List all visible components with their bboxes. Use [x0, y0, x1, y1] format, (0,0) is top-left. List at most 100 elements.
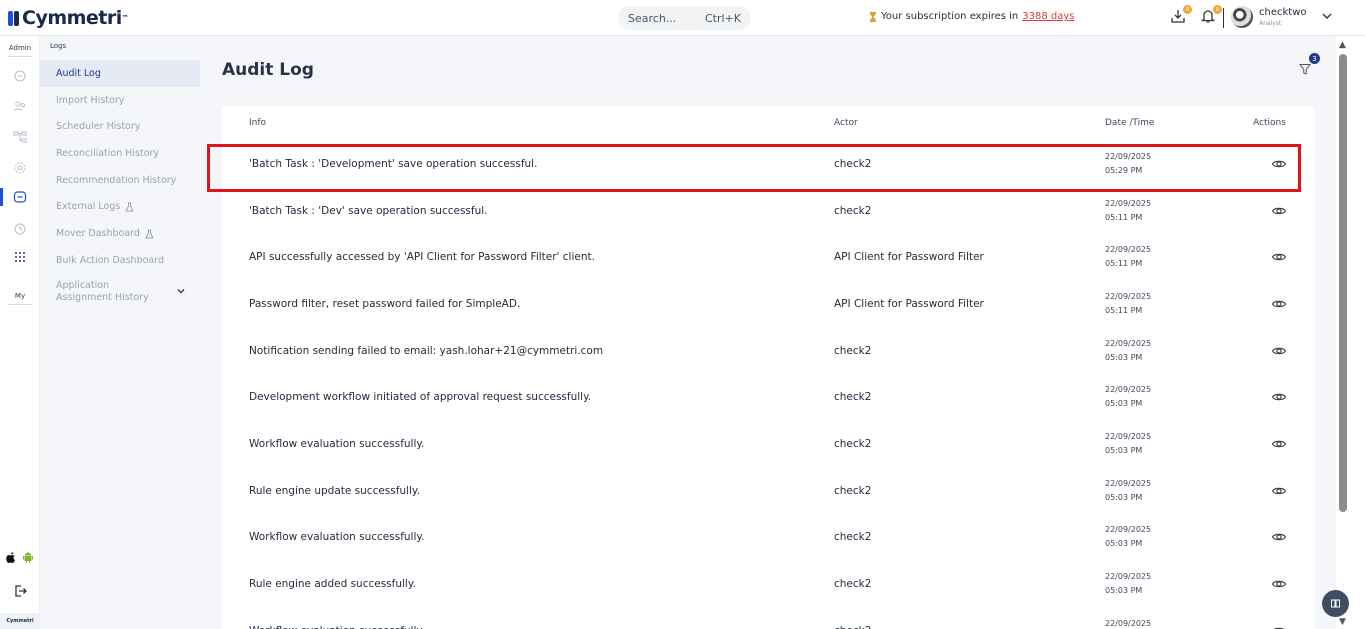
view-eye-icon[interactable] [1271, 156, 1287, 172]
submenu-item-bulk-action-dashboard[interactable]: Bulk Action Dashboard [40, 247, 200, 274]
row-actor: check2 [834, 345, 872, 357]
admin-divider [8, 56, 32, 57]
table-row: API successfully accessed by 'API Client… [222, 235, 1315, 281]
footer-logo: Cymmetri [0, 613, 40, 629]
row-date: 22/09/2025 [1105, 525, 1152, 534]
user-name[interactable]: checktwo [1259, 7, 1307, 18]
search-placeholder: Search... [628, 11, 677, 25]
users-icon[interactable] [13, 99, 27, 113]
subscription-days-link[interactable]: 3388 days [1022, 11, 1074, 22]
submenu-item-reconciliation-history[interactable]: Reconciliation History [40, 140, 200, 167]
row-time: 05:11 PM [1105, 259, 1143, 268]
table-row: Workflow evaluation successfully. check2 2… [222, 515, 1315, 561]
help-button[interactable] [1322, 590, 1349, 617]
chevron-down-icon[interactable] [176, 286, 186, 296]
row-info: Password filter, reset password failed f… [249, 298, 521, 310]
view-eye-icon[interactable] [1271, 343, 1287, 359]
submenu-item-audit-log[interactable]: Audit Log [40, 60, 200, 87]
my-label: My [14, 292, 26, 300]
android-icon[interactable] [22, 551, 34, 563]
row-info: API successfully accessed by 'API Client… [249, 251, 595, 263]
row-time: 05:03 PM [1105, 353, 1143, 362]
scrollbar[interactable]: ▲ ▼ [1336, 36, 1365, 629]
book-icon [1331, 599, 1340, 608]
row-actor: check2 [834, 578, 872, 590]
apps-grid-icon[interactable] [13, 250, 27, 264]
row-time: 05:11 PM [1105, 306, 1143, 315]
submenu-item-recommendation-history[interactable]: Recommendation History [40, 167, 200, 194]
clock-icon[interactable] [13, 222, 27, 236]
row-actor: check2 [834, 438, 872, 450]
table-row: Rule engine added successfully. check2 22/… [222, 562, 1315, 608]
filter-icon[interactable] [1298, 62, 1312, 76]
scroll-down-arrow-icon[interactable]: ▼ [1339, 617, 1346, 627]
row-date: 22/09/2025 [1105, 152, 1152, 161]
view-eye-icon[interactable] [1271, 623, 1287, 629]
download-button[interactable]: 0 [1170, 5, 1192, 26]
notification-button[interactable]: 0 [1200, 5, 1222, 26]
scroll-thumb[interactable] [1339, 54, 1347, 512]
row-info: Notification sending failed to email: ya… [249, 345, 604, 357]
row-date: 22/09/2025 [1105, 572, 1152, 581]
search-input[interactable]: Search... Ctrl+K [618, 6, 751, 30]
view-eye-icon[interactable] [1271, 529, 1287, 545]
row-actor: check2 [834, 625, 871, 629]
submenu-item-label: Scheduler History [56, 121, 141, 132]
hierarchy-icon[interactable] [13, 130, 27, 144]
row-date: 22/09/2025 [1105, 199, 1152, 208]
row-date: 22/09/2025 [1105, 479, 1152, 488]
row-actor: check2 [834, 391, 872, 403]
view-eye-icon[interactable] [1271, 483, 1287, 499]
view-eye-icon[interactable] [1271, 203, 1287, 219]
submenu-item-label: External Logs [56, 201, 121, 212]
cymmetri-logo[interactable]: Cymmetri ™ [8, 7, 129, 29]
submenu-item-scheduler-history[interactable]: Scheduler History [40, 113, 200, 140]
row-time: 05:03 PM [1105, 399, 1143, 408]
row-actor: check2 [834, 531, 872, 543]
view-eye-icon[interactable] [1271, 436, 1287, 452]
column-header-actions: Actions [1253, 118, 1286, 128]
logs-icon[interactable] [13, 190, 27, 204]
table-row: Rule engine update successfully. check2 22… [222, 469, 1315, 515]
row-time: 05:11 PM [1105, 213, 1143, 222]
view-eye-icon[interactable] [1271, 249, 1287, 265]
view-eye-icon[interactable] [1271, 296, 1287, 312]
submenu-item-label: Import History [56, 95, 125, 106]
row-info: Workflow evaluation successfully. [249, 625, 424, 629]
row-info: Workflow evaluation successfully. [249, 438, 425, 450]
chevron-down-icon[interactable] [1321, 10, 1333, 22]
header-divider [1223, 8, 1224, 28]
row-date: 22/09/2025 [1105, 619, 1152, 628]
scroll-up-arrow-icon[interactable]: ▲ [1339, 40, 1346, 50]
subscription-notice: Your subscription expires in 3388 days [869, 11, 1075, 22]
row-info: Workflow evaluation successfully. [249, 531, 425, 543]
settings-icon[interactable] [13, 161, 27, 175]
view-eye-icon[interactable] [1271, 576, 1287, 592]
avatar[interactable] [1231, 6, 1253, 28]
row-time: 05:03 PM [1105, 493, 1143, 502]
submenu-item-label: Reconciliation History [56, 148, 160, 159]
submenu-item-mover-dashboard[interactable]: Mover Dashboard [40, 220, 200, 247]
column-header-actor: Actor [834, 118, 858, 128]
table-row: Workflow evaluation successfully. check2 2… [222, 609, 1315, 629]
submenu-item-application-assignment-history[interactable]: Application Assignment History [40, 277, 200, 307]
logo-tm: ™ [121, 14, 129, 22]
table-row: 'Batch Task : 'Dev' save operation succe… [222, 189, 1315, 235]
row-time: 05:29 PM [1105, 166, 1143, 175]
logout-icon[interactable] [13, 584, 27, 598]
row-actor: check2 [834, 158, 872, 170]
view-eye-icon[interactable] [1271, 389, 1287, 405]
submenu-item-external-logs[interactable]: External Logs [40, 193, 200, 220]
apple-icon[interactable] [5, 551, 16, 563]
filter-count-badge: 3 [1309, 53, 1320, 64]
row-info: 'Batch Task : 'Dev' save operation succe… [249, 205, 488, 217]
main-content: Audit Log 3 Info Actor Date /Time Action… [200, 36, 1336, 629]
dashboard-icon[interactable] [13, 69, 27, 83]
row-date: 22/09/2025 [1105, 385, 1152, 394]
row-actor: API Client for Password Filter [834, 251, 984, 263]
submenu-item-import-history[interactable]: Import History [40, 87, 200, 114]
row-time: 05:03 PM [1105, 586, 1143, 595]
row-actor: check2 [834, 485, 872, 497]
notification-badge: 0 [1213, 5, 1222, 14]
user-role: Analyst [1259, 20, 1282, 27]
